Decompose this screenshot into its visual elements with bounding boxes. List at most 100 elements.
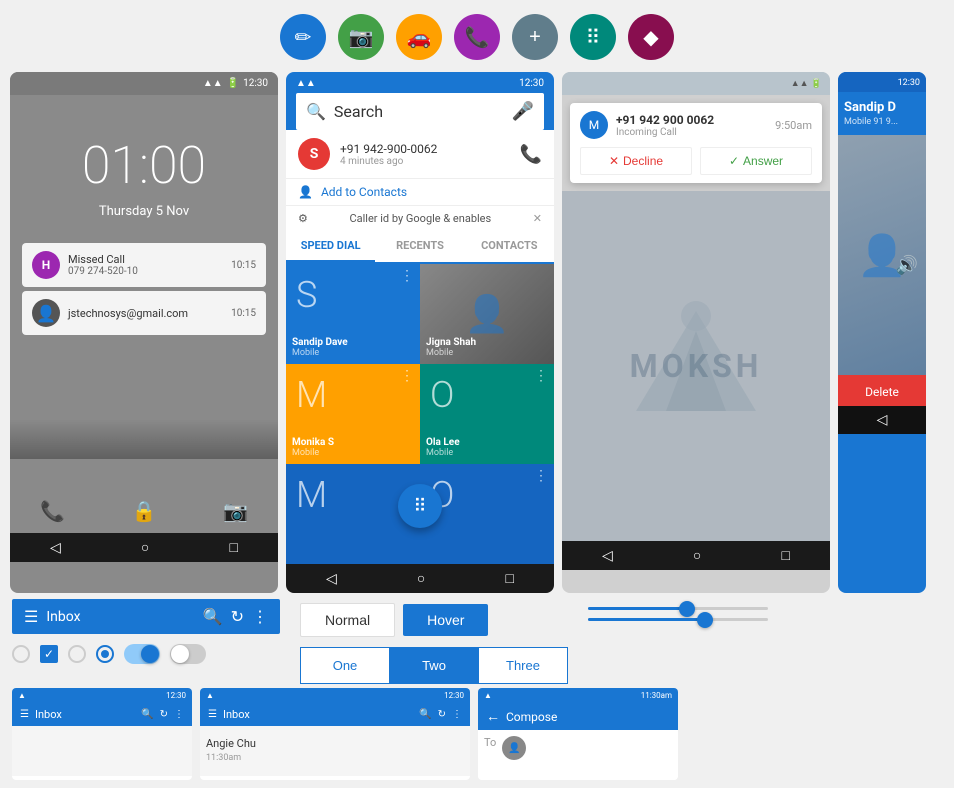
lock-actions: 📞 🔒 📷 — [10, 459, 278, 533]
volume-icon[interactable]: 🔊 — [896, 255, 918, 276]
more-icon-1[interactable]: ⋮ — [400, 268, 414, 284]
sdial-monika[interactable]: ⋮ M Monika S Mobile — [286, 364, 420, 464]
mic-icon[interactable]: 🎤 — [512, 101, 534, 122]
recent-nav-dialer[interactable]: □ — [505, 570, 513, 587]
fab-dialpad[interactable]: ⠿ — [398, 484, 442, 528]
home-nav-3[interactable]: ○ — [693, 547, 701, 564]
caller-id-row: ⚙ Caller id by Google & enables ✕ — [286, 206, 554, 231]
lock-icon[interactable]: 🔒 — [132, 499, 157, 523]
delete-label[interactable]: Delete — [865, 385, 899, 399]
recent-nav[interactable]: □ — [229, 539, 237, 556]
home-nav[interactable]: ○ — [141, 539, 149, 556]
pencil-button[interactable]: ✏ — [280, 14, 326, 60]
compose-header: ← Compose — [478, 703, 678, 730]
main-content: ▲▲ 🔋 12:30 01:00 Thursday 5 Nov H Missed… — [0, 72, 954, 593]
battery-icon: 🔋 — [227, 78, 239, 89]
decline-button[interactable]: ✕ Decline — [580, 147, 692, 175]
dialer-screen: ▲▲ 12:30 🔍 Search 🎤 S +91 942-900-0062 4… — [286, 72, 554, 593]
dialer-header: ▲▲ 12:30 🔍 Search 🎤 — [286, 72, 554, 130]
left-controls: ☰ Inbox 🔍 ↻ ⋮ ✓ — [12, 599, 280, 668]
mini-inbox-1: ☰ Inbox 🔍 ↻ ⋮ — [12, 703, 192, 726]
tab-speed-dial[interactable]: SPEED DIAL — [286, 231, 375, 262]
email-avatar: 👤 — [32, 299, 60, 327]
inbox-toolbar: ☰ Inbox 🔍 ↻ ⋮ — [12, 599, 280, 634]
slider-1[interactable] — [588, 607, 768, 610]
back-nav-4[interactable]: ◁ — [877, 412, 888, 428]
answer-button[interactable]: ✓ Answer — [700, 147, 812, 175]
screen4-nav: ◁ — [838, 406, 926, 434]
hover-button[interactable]: Hover — [403, 604, 488, 636]
seg-btn-three[interactable]: Three — [478, 647, 568, 684]
back-nav[interactable]: ◁ — [50, 540, 61, 556]
seg-btn-one[interactable]: One — [300, 647, 390, 684]
camera-lock-icon[interactable]: 📷 — [223, 499, 248, 523]
seg-btn-two[interactable]: Two — [390, 647, 478, 684]
bottom-ui-row: ☰ Inbox 🔍 ↻ ⋮ ✓ Normal Hover — [0, 593, 954, 690]
radio-unchecked-2[interactable] — [68, 645, 86, 663]
more-icon-5[interactable]: ⋮ — [534, 468, 548, 484]
toggle-on[interactable] — [124, 644, 160, 664]
tab-recents[interactable]: RECENTS — [375, 231, 464, 262]
phone-button[interactable]: 📞 — [454, 14, 500, 60]
menu-icon[interactable]: ☰ — [24, 607, 38, 626]
search-text[interactable]: Search — [334, 102, 512, 121]
refresh-icon[interactable]: ↻ — [231, 607, 244, 626]
add-contacts-row[interactable]: 👤 Add to Contacts — [286, 179, 554, 206]
more-icon-4[interactable]: ⋮ — [534, 368, 548, 384]
notification-email[interactable]: 👤 jstechnosys@gmail.com 10:15 — [22, 291, 266, 335]
top-icon-bar: ✏ 📷 🚗 📞 + ⠿ ◆ — [0, 0, 954, 72]
mini-s1-status: ▲ 12:30 — [12, 688, 192, 703]
incoming-avatar: M — [580, 111, 608, 139]
screen3-status: ▲▲ 🔋 — [562, 72, 830, 95]
segmented-control: One Two Three — [300, 647, 568, 684]
clock-display: 01:00 — [10, 95, 278, 204]
moksh-background: MOKSH — [562, 191, 830, 541]
mini-s1-content — [12, 726, 192, 776]
speed-dial-grid: ⋮ S Sandip Dave Mobile ⋮ 👤 Jigna Shah Mo… — [286, 264, 554, 564]
toggle-off[interactable] — [170, 644, 206, 664]
contact-suggestion[interactable]: S +91 942-900-0062 4 minutes ago 📞 — [286, 130, 554, 179]
recent-nav-3[interactable]: □ — [781, 547, 789, 564]
mini-screen-1: ▲ 12:30 ☰ Inbox 🔍 ↻ ⋮ — [12, 688, 192, 780]
checkbox-checked[interactable]: ✓ — [40, 645, 58, 663]
more-toolbar-icon[interactable]: ⋮ — [252, 607, 268, 626]
search-bar[interactable]: 🔍 Search 🎤 — [296, 93, 544, 130]
screen4-status: 12:30 — [838, 72, 926, 92]
slider-area — [588, 599, 788, 629]
phone-icon[interactable]: 📞 — [40, 499, 65, 523]
grid-button[interactable]: ⠿ — [570, 14, 616, 60]
call-icon[interactable]: 📞 — [520, 144, 542, 165]
slider-1-knob[interactable] — [679, 601, 695, 617]
more-icon-3[interactable]: ⋮ — [400, 368, 414, 384]
status-bar: ▲▲ 🔋 12:30 — [10, 72, 278, 95]
diamond-button[interactable]: ◆ — [628, 14, 674, 60]
home-nav-dialer[interactable]: ○ — [417, 570, 425, 587]
close-icon[interactable]: ✕ — [533, 212, 542, 225]
notif-avatar: H — [32, 251, 60, 279]
search-toolbar-icon[interactable]: 🔍 — [203, 607, 223, 626]
notif-left-email: 👤 jstechnosys@gmail.com — [32, 299, 188, 327]
slider-2[interactable] — [588, 618, 768, 621]
incoming-call-screen: ▲▲ 🔋 M +91 942 900 0062 Incoming Call 9:… — [562, 72, 830, 593]
status-icons: ▲▲ 🔋 — [791, 78, 822, 89]
back-nav-dialer[interactable]: ◁ — [326, 571, 337, 587]
radio-unchecked-1[interactable] — [12, 645, 30, 663]
back-nav-3[interactable]: ◁ — [602, 548, 613, 564]
incoming-notification-card: M +91 942 900 0062 Incoming Call 9:50am … — [570, 103, 822, 183]
plus-button[interactable]: + — [512, 14, 558, 60]
camera-button[interactable]: 📷 — [338, 14, 384, 60]
normal-button[interactable]: Normal — [300, 603, 395, 637]
radio-checked[interactable] — [96, 645, 114, 663]
radio-checkbox-row: ✓ — [12, 640, 280, 668]
check-icon: ✓ — [729, 154, 739, 168]
dialer-status-bar: ▲▲ 12:30 — [296, 78, 544, 93]
sdial-sandip[interactable]: ⋮ S Sandip Dave Mobile — [286, 264, 420, 364]
sdial-jigna[interactable]: ⋮ 👤 Jigna Shah Mobile — [420, 264, 554, 364]
mini-s3-status: ▲ 11:30am — [478, 688, 678, 703]
dialer-nav-bar: ◁ ○ □ — [286, 564, 554, 593]
slider-2-knob[interactable] — [697, 612, 713, 628]
tab-contacts[interactable]: CONTACTS — [465, 231, 554, 262]
notification-missed-call[interactable]: H Missed Call 079 274-520-10 10:15 — [22, 243, 266, 287]
sdial-ola[interactable]: ⋮ O Ola Lee Mobile — [420, 364, 554, 464]
car-button[interactable]: 🚗 — [396, 14, 442, 60]
